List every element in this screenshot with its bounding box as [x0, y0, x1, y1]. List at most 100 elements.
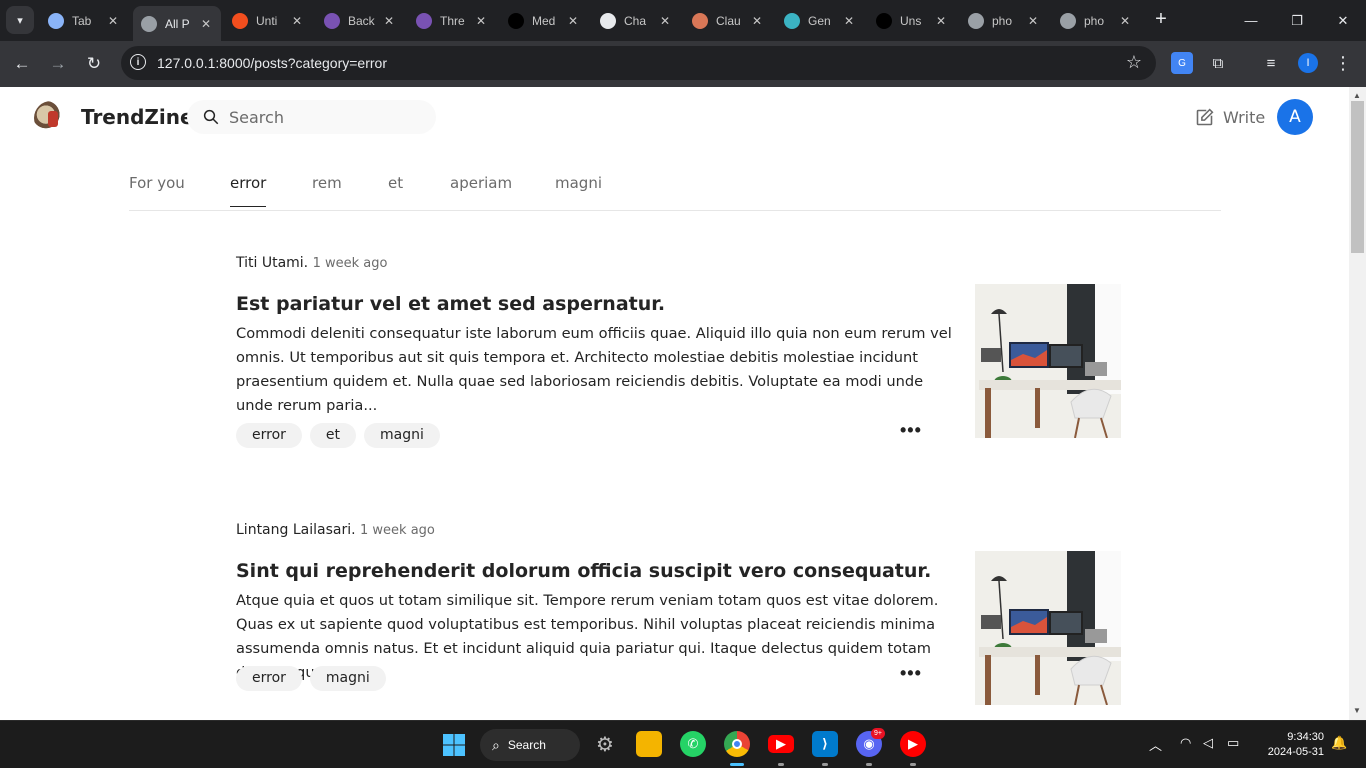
search-input[interactable] — [229, 106, 419, 128]
category-tab[interactable]: rem — [312, 174, 342, 206]
browser-tab[interactable]: Gen ✕ — [776, 6, 864, 35]
site-brand[interactable]: TrendZine — [81, 105, 194, 129]
battery-icon[interactable]: ▭ — [1227, 735, 1239, 751]
new-tab-button[interactable]: + — [1151, 9, 1171, 31]
more-options-icon[interactable]: ••• — [900, 663, 922, 684]
tab-title: Clau — [716, 13, 741, 28]
file-explorer-icon[interactable] — [636, 731, 662, 757]
tab-search-chevron-icon[interactable]: ▾ — [6, 6, 34, 34]
category-tab[interactable]: aperiam — [450, 174, 512, 206]
close-tab-icon[interactable]: ✕ — [658, 14, 672, 28]
chrome-taskbar-icon[interactable] — [724, 731, 750, 757]
translate-extension-icon[interactable]: G — [1171, 52, 1193, 74]
tray-overflow-chevron-icon[interactable]: ︿ — [1149, 735, 1162, 754]
tab-title: Gen — [808, 13, 831, 28]
extensions-puzzle-icon[interactable]: ⧉ — [1207, 52, 1229, 74]
close-window-button[interactable]: ✕ — [1320, 0, 1366, 41]
taskbar-search-label: Search — [507, 738, 546, 752]
medium-icon — [508, 12, 524, 29]
tab-title: Med — [532, 13, 556, 28]
browser-tab[interactable]: Med ✕ — [500, 6, 588, 35]
close-tab-icon[interactable]: ✕ — [474, 14, 488, 28]
category-tabs: For you error rem et aperiam magni — [129, 160, 1221, 211]
back-arrow-icon[interactable]: ← — [10, 52, 34, 76]
system-clock[interactable]: 9:34:30 2024-05-31 — [1258, 730, 1324, 760]
close-tab-icon[interactable]: ✕ — [750, 14, 764, 28]
category-tab[interactable]: et — [388, 174, 403, 206]
youtube-music-icon[interactable]: ▶ — [900, 731, 926, 757]
tag-chip[interactable]: magni — [364, 423, 440, 448]
search-box[interactable] — [187, 100, 436, 134]
category-tab[interactable]: For you — [129, 174, 185, 206]
browser-tab[interactable]: Clau ✕ — [684, 6, 772, 35]
close-tab-icon[interactable]: ✕ — [382, 14, 396, 28]
scroll-up-arrow-icon[interactable]: ▲ — [1353, 91, 1361, 100]
browser-tab[interactable]: Back ✕ — [316, 6, 404, 35]
tag-chip[interactable]: magni — [309, 666, 386, 691]
volume-icon[interactable]: ◁ — [1203, 735, 1213, 751]
write-button[interactable]: Write — [1194, 105, 1265, 129]
url-text[interactable]: 127.0.0.1:8000/posts?category=error — [157, 55, 387, 71]
tab-title: Back — [348, 13, 375, 28]
close-tab-icon[interactable]: ✕ — [566, 14, 580, 28]
page-scrollbar[interactable]: ▲ ▼ — [1349, 87, 1366, 720]
restore-button[interactable]: ❐ — [1274, 0, 1320, 41]
more-options-icon[interactable]: ••• — [900, 420, 922, 441]
post-thumbnail[interactable] — [975, 284, 1121, 438]
post-title[interactable]: Sint qui reprehenderit dolorum officia s… — [236, 560, 931, 582]
close-tab-icon[interactable]: ✕ — [199, 17, 213, 31]
user-avatar[interactable]: A — [1277, 99, 1313, 135]
close-tab-icon[interactable]: ✕ — [1026, 14, 1040, 28]
profile-avatar[interactable]: I — [1298, 53, 1318, 73]
browser-tab[interactable]: Uns ✕ — [868, 6, 956, 35]
bookmark-star-icon[interactable]: ☆ — [1126, 52, 1142, 73]
tag-chip[interactable]: error — [236, 423, 302, 448]
grid-icon — [784, 12, 800, 29]
close-tab-icon[interactable]: ✕ — [106, 14, 120, 28]
vscode-icon[interactable]: ⟩ — [812, 731, 838, 757]
windows-start-icon[interactable] — [442, 733, 466, 757]
reload-icon[interactable]: ↻ — [82, 52, 106, 76]
post-author[interactable]: Lintang Lailasari. — [236, 522, 356, 538]
browser-tab[interactable]: pho ✕ — [960, 6, 1048, 35]
minimize-button[interactable]: — — [1228, 0, 1274, 41]
site-logo[interactable] — [34, 101, 68, 135]
post-date: 1 week ago — [312, 256, 388, 271]
browser-tab[interactable]: All P ✕ — [133, 6, 221, 41]
clock-date: 2024-05-31 — [1267, 746, 1324, 758]
chrome-menu-icon[interactable]: ⋮ — [1332, 52, 1354, 74]
address-bar[interactable]: i 127.0.0.1:8000/posts?category=error ☆ — [121, 46, 1156, 80]
post-title[interactable]: Est pariatur vel et amet sed aspernatur. — [236, 293, 665, 315]
youtube-icon[interactable]: ▶ — [768, 735, 794, 753]
category-tab[interactable]: error — [230, 174, 267, 207]
post-card[interactable]: Titi Utami. 1 week ago Est pariatur vel e… — [236, 255, 1121, 455]
close-tab-icon[interactable]: ✕ — [1118, 14, 1132, 28]
tag-chip[interactable]: error — [236, 666, 302, 691]
close-tab-icon[interactable]: ✕ — [934, 14, 948, 28]
post-thumbnail[interactable] — [975, 551, 1121, 705]
write-pencil-icon — [1196, 108, 1214, 125]
post-excerpt[interactable]: Commodi deleniti consequatur iste laboru… — [236, 322, 964, 418]
tag-chip[interactable]: et — [309, 423, 357, 448]
settings-gear-icon[interactable]: ⚙ — [592, 731, 618, 757]
browser-tab[interactable]: Tab ✕ — [40, 6, 128, 35]
close-tab-icon[interactable]: ✕ — [842, 14, 856, 28]
scroll-thumb[interactable] — [1351, 101, 1364, 253]
notification-bell-icon[interactable]: 🔔 — [1331, 735, 1347, 751]
whatsapp-icon[interactable]: ✆ — [680, 731, 706, 757]
browser-tab[interactable]: Thre ✕ — [408, 6, 496, 35]
wifi-icon[interactable]: ◠ — [1180, 735, 1191, 751]
scroll-down-arrow-icon[interactable]: ▼ — [1353, 706, 1361, 715]
site-info-icon[interactable]: i — [130, 54, 146, 70]
browser-tab[interactable]: pho ✕ — [1052, 6, 1140, 35]
post-author[interactable]: Titi Utami. — [236, 255, 308, 271]
taskbar-search[interactable]: ⌕ Search — [480, 729, 580, 761]
media-controls-icon[interactable]: ≡ — [1260, 52, 1282, 74]
close-tab-icon[interactable]: ✕ — [290, 14, 304, 28]
tab-title: All P — [165, 16, 190, 31]
post-card[interactable]: Lintang Lailasari. 1 week ago Sint qui re… — [236, 522, 1121, 720]
category-tab[interactable]: magni — [555, 174, 602, 206]
browser-tab[interactable]: Cha ✕ — [592, 6, 680, 35]
forward-arrow-icon[interactable]: → — [46, 52, 70, 76]
browser-tab[interactable]: Unti ✕ — [224, 6, 312, 35]
